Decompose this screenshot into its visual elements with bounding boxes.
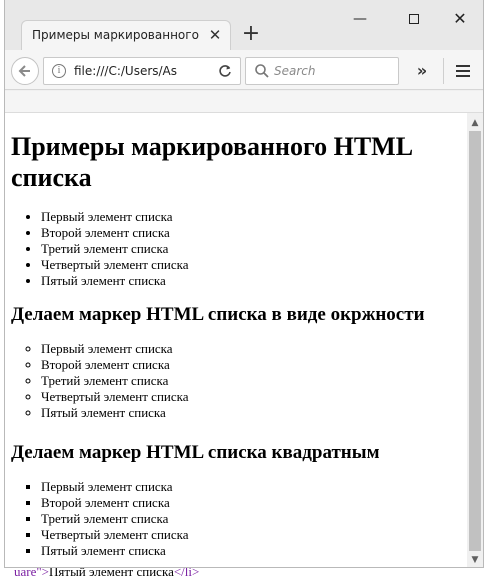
list-item: Пятый элемент списка <box>41 543 461 559</box>
circle-list: Первый элемент списка Второй элемент спи… <box>41 341 461 421</box>
toolbar-strip <box>5 91 483 113</box>
list-item: Пятый элемент списка <box>41 405 461 421</box>
tab-title: Примеры маркированного ... <box>32 28 200 42</box>
list-item: Четвертый элемент списка <box>41 527 461 543</box>
page-heading: Примеры маркированного HTML списка <box>11 132 412 192</box>
toolbar-divider <box>443 58 444 84</box>
list-item: Первый элемент списка <box>41 209 461 225</box>
list-item: Четвертый элемент списка <box>41 389 461 405</box>
url-text[interactable]: file:///C:/Users/As <box>74 64 210 78</box>
search-icon <box>255 64 269 78</box>
new-tab-button[interactable]: + <box>239 22 263 48</box>
vertical-scrollbar[interactable]: ▲ ▼ <box>467 113 483 567</box>
list-item: Первый элемент списка <box>41 341 461 357</box>
page-viewport: Примеры маркированного HTML списка Первы… <box>5 113 467 567</box>
page-content: Примеры маркированного HTML списка Первы… <box>5 113 467 559</box>
disc-list: Первый элемент списка Второй элемент спи… <box>41 209 461 289</box>
back-arrow-icon <box>18 65 30 77</box>
square-list: Первый элемент списка Второй элемент спи… <box>41 479 461 559</box>
title-bar: Примеры маркированного ... ✕ + — ✕ <box>5 0 483 50</box>
search-box[interactable]: Search <box>245 57 399 85</box>
scroll-down-icon[interactable]: ▼ <box>467 552 483 567</box>
list-item: Второй элемент списка <box>41 495 461 511</box>
list-item: Пятый элемент списка <box>41 273 461 289</box>
browser-window: Примеры маркированного ... ✕ + — ✕ i fil… <box>4 0 484 568</box>
scrollbar-thumb[interactable] <box>469 131 481 551</box>
list-item: Второй элемент списка <box>41 225 461 241</box>
navigation-bar: i file:///C:/Users/As Search » <box>5 50 483 90</box>
reload-button[interactable] <box>211 57 239 85</box>
maximize-button[interactable] <box>399 8 429 30</box>
back-button[interactable] <box>11 57 39 85</box>
search-placeholder: Search <box>274 64 316 78</box>
background-editor-bottom: uare">Пятый элемент списка</li> <box>0 568 488 576</box>
list-item: Третий элемент списка <box>41 373 461 389</box>
background-editor-line: uare">Пятый элемент списка</li> <box>14 568 200 576</box>
list-item: Третий элемент списка <box>41 241 461 257</box>
browser-tab[interactable]: Примеры маркированного ... ✕ <box>21 20 231 50</box>
hamburger-menu-icon[interactable] <box>449 57 477 85</box>
list-item: Первый элемент списка <box>41 479 461 495</box>
scroll-up-icon[interactable]: ▲ <box>467 115 483 131</box>
close-window-button[interactable]: ✕ <box>445 8 475 30</box>
maximize-icon <box>409 14 419 24</box>
square-list-heading: Делаем маркер HTML списка квадратным <box>11 442 380 463</box>
minimize-button[interactable]: — <box>345 8 375 30</box>
list-item: Четвертый элемент списка <box>41 257 461 273</box>
reload-icon <box>219 65 231 77</box>
info-icon[interactable]: i <box>52 64 66 78</box>
overflow-menu-button[interactable]: » <box>409 57 435 85</box>
list-item: Третий элемент списка <box>41 511 461 527</box>
circle-list-heading: Делаем маркер HTML списка в виде окржнос… <box>11 304 425 325</box>
tab-close-icon[interactable]: ✕ <box>206 26 224 44</box>
list-item: Второй элемент списка <box>41 357 461 373</box>
